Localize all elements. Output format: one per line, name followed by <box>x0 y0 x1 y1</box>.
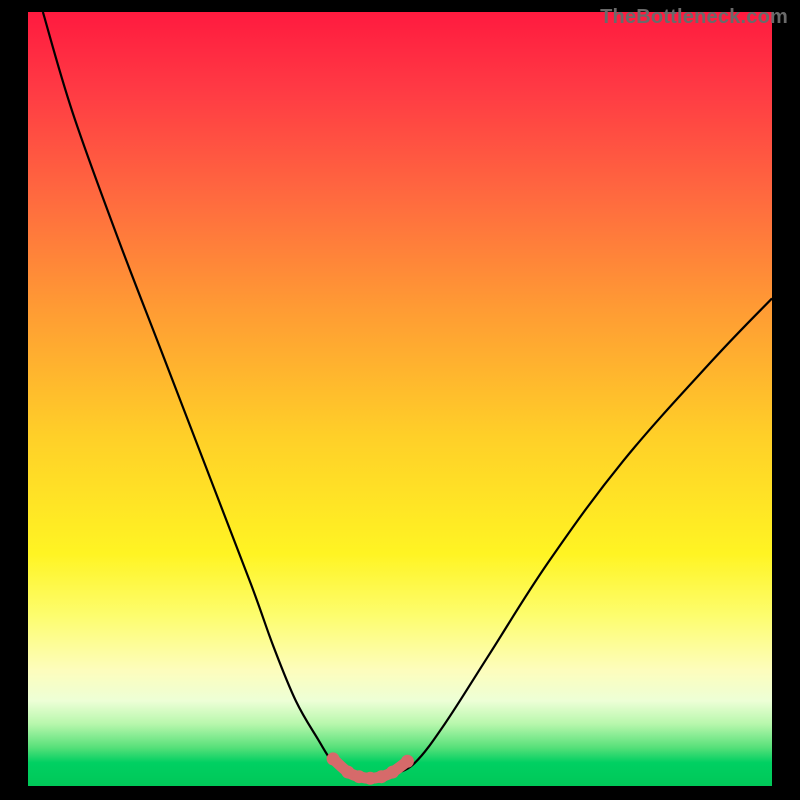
marker-dot <box>375 770 388 783</box>
curve-layer <box>28 12 772 786</box>
marker-dot <box>353 770 366 783</box>
marker-dot <box>327 752 340 765</box>
bottleneck-curve <box>43 12 772 779</box>
chart-frame: TheBottleneck.com <box>0 0 800 800</box>
marker-dot <box>364 772 377 785</box>
watermark-text: TheBottleneck.com <box>600 6 788 29</box>
marker-dot <box>386 766 399 779</box>
marker-dot <box>401 755 414 768</box>
plot-area <box>28 12 772 786</box>
marker-dot <box>341 766 354 779</box>
